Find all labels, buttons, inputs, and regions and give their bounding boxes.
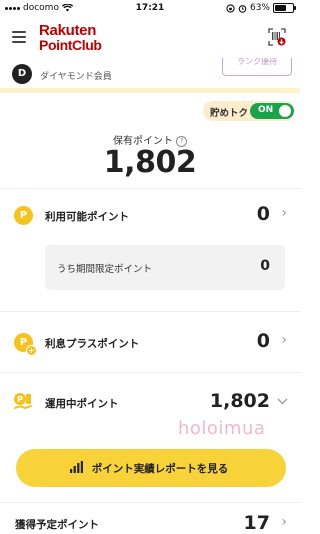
scheduled-points-value: 17	[243, 512, 270, 534]
held-points-value: 1,802	[103, 145, 197, 180]
logo-line-2: PointClub	[39, 37, 102, 53]
battery-fill	[275, 5, 286, 11]
limited-points-label: うち期間限定ポイント	[57, 264, 153, 275]
limited-points-box: うち期間限定ポイント 0	[45, 245, 285, 290]
chevron-right-icon: ›	[281, 514, 287, 530]
available-points-row[interactable]: P 利用可能ポイント 0 ›	[0, 189, 300, 241]
investing-points-value: 1,802	[209, 390, 270, 412]
chevron-down-icon	[277, 398, 288, 405]
point-icon: P	[14, 206, 33, 225]
rank-badge: D	[12, 64, 32, 84]
watermark: holoimua	[178, 418, 266, 439]
logo-line-1: Rakuten	[39, 22, 97, 39]
member-strip: D ダイヤモンド会員 ランク優待	[0, 58, 300, 88]
chevron-right-icon: ›	[281, 205, 287, 221]
limited-points-value: 0	[260, 258, 270, 274]
point-report-button-label: ポイント実績レポートを見る	[91, 463, 229, 475]
scheduled-points-label: 獲得予定ポイント	[15, 519, 99, 531]
scheduled-points-row[interactable]: 獲得予定ポイント 17 ›	[0, 503, 300, 534]
battery-percent: 63%	[249, 3, 270, 13]
toggle-knob	[279, 105, 291, 117]
rank-label: ダイヤモンド会員	[40, 72, 112, 82]
barcode-scan-icon[interactable]	[268, 28, 286, 46]
interest-plus-points-row[interactable]: P + 利息プラスポイント 0 ›	[0, 312, 300, 372]
tametoku-pill: 貯めトク ON	[203, 101, 294, 121]
rank-benefit-button[interactable]: ランク優待	[222, 58, 292, 76]
alarm-icon	[238, 4, 247, 13]
status-bar: docomo 17:21 63%	[0, 0, 300, 18]
svg-text:P: P	[17, 395, 23, 404]
toggle-state-label: ON	[258, 105, 274, 115]
tametoku-label: 貯めトク	[210, 108, 249, 119]
investing-points-label: 運用中ポイント	[45, 398, 119, 410]
interest-plus-points-label: 利息プラスポイント	[45, 338, 140, 350]
chevron-right-icon: ›	[281, 332, 287, 348]
menu-icon[interactable]	[12, 31, 26, 43]
point-report-button[interactable]: ポイント実績レポートを見る	[16, 449, 286, 487]
orientation-lock-icon	[226, 3, 235, 13]
available-points-value: 0	[256, 203, 270, 225]
battery-icon	[273, 3, 296, 13]
tametoku-toggle[interactable]: ON	[250, 103, 294, 119]
rakuten-pointclub-logo[interactable]: Rakuten PointClub	[39, 22, 119, 53]
status-right: 63%	[226, 3, 296, 13]
section-divider	[0, 88, 300, 93]
plus-badge-icon: +	[26, 345, 37, 356]
investment-icon: P	[14, 393, 32, 410]
point-plus-icon: P +	[14, 333, 37, 356]
interest-plus-points-value: 0	[256, 330, 270, 352]
available-points-label: 利用可能ポイント	[45, 211, 129, 223]
